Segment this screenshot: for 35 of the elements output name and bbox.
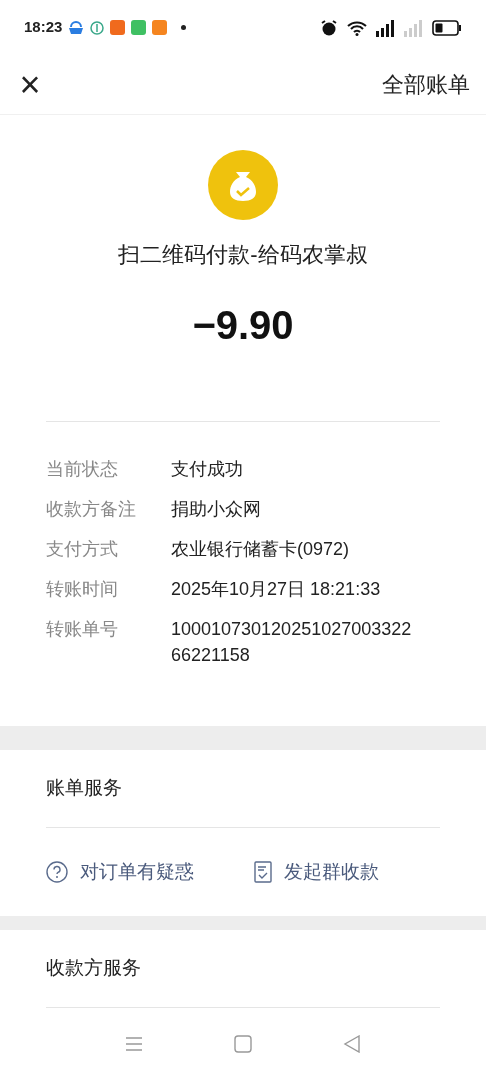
- wifi-icon: [346, 19, 368, 36]
- question-icon: [46, 860, 68, 883]
- receipt-icon: [254, 860, 272, 883]
- close-button[interactable]: ×: [16, 66, 44, 103]
- signal-icon: [376, 18, 396, 37]
- detail-label: 支付方式: [46, 538, 119, 561]
- payment-title: 扫二维码付款-给码农掌叔: [118, 241, 368, 269]
- battery-icon: [432, 19, 462, 36]
- section-title: 收款方服务: [46, 930, 440, 1008]
- detail-label: 转账时间: [46, 578, 119, 601]
- app-icon: [152, 20, 168, 35]
- service-link[interactable]: 对订单有疑惑: [46, 857, 194, 886]
- detail-label: 当前状态: [46, 458, 119, 481]
- detail-value: 100010730120251027003322 66221158: [171, 618, 412, 667]
- alarm-icon: [320, 18, 338, 37]
- app-icon: [110, 20, 126, 35]
- detail-value: 捐助小众网: [171, 498, 261, 521]
- all-bills-link[interactable]: 全部账单: [382, 68, 470, 101]
- app-icon: [90, 20, 105, 35]
- back-icon[interactable]: [342, 1034, 361, 1053]
- detail-label: 转账单号: [46, 618, 119, 641]
- detail-value: 农业银行储蓄卡(0972): [171, 538, 350, 561]
- signal-icon: [404, 18, 424, 37]
- status-time: 18:23: [24, 17, 63, 38]
- detail-value: 2025年10月27日 18:21:33: [171, 578, 381, 601]
- detail-value: 支付成功: [171, 458, 243, 481]
- home-icon[interactable]: [234, 1034, 252, 1053]
- app-icon: [131, 20, 147, 35]
- money-bag-icon: [208, 150, 278, 220]
- detail-label: 收款方备注: [46, 498, 137, 521]
- menu-icon[interactable]: [125, 1035, 144, 1052]
- basket-icon: [68, 20, 85, 35]
- service-link[interactable]: 发起群收款: [254, 857, 379, 886]
- section-title: 账单服务: [46, 750, 440, 828]
- payment-amount: −9.90: [192, 302, 294, 349]
